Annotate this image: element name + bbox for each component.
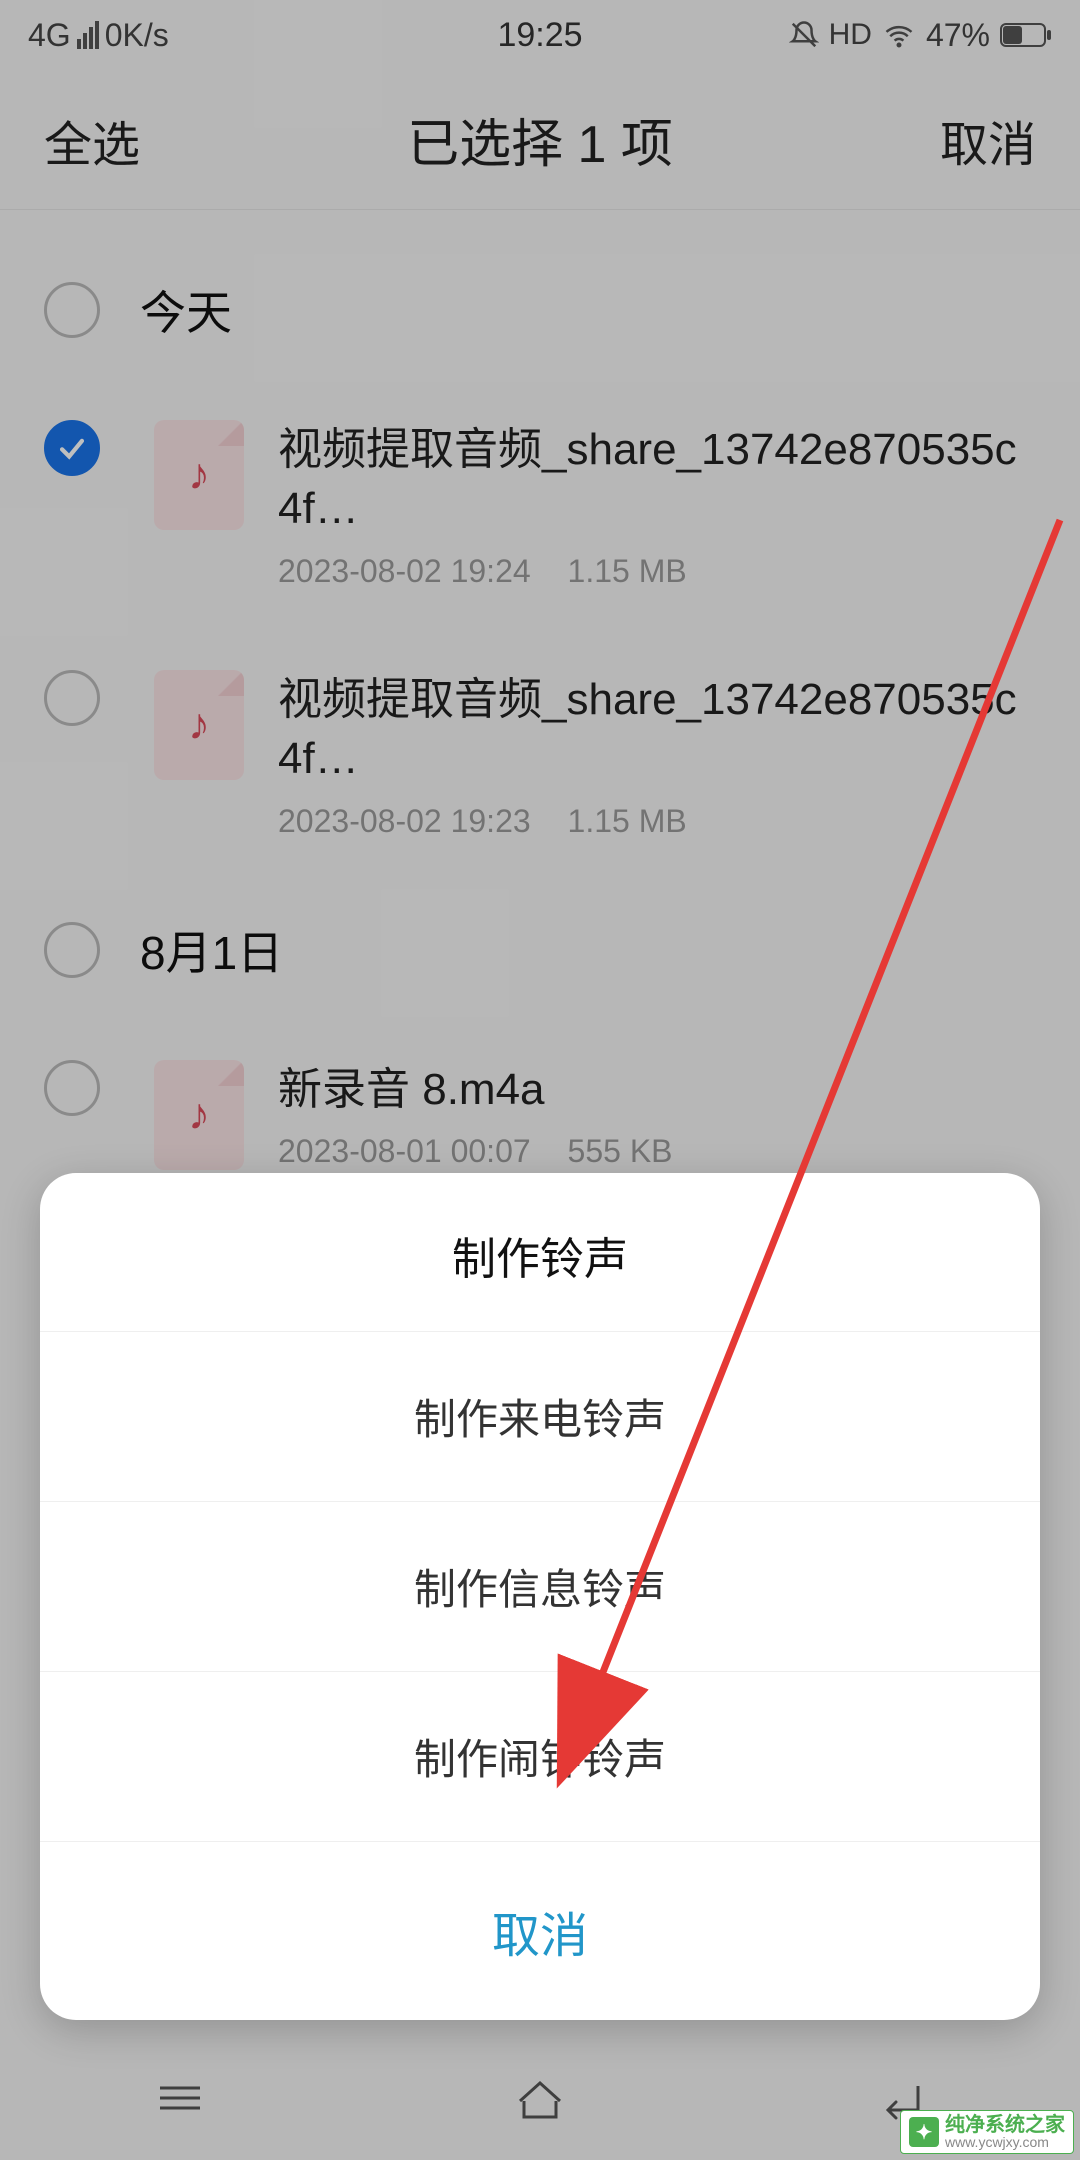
watermark-logo-icon: ✦	[909, 2117, 939, 2147]
section-checkbox[interactable]	[44, 282, 100, 338]
recent-apps-button[interactable]	[150, 2076, 210, 2125]
section-aug1[interactable]: 8月1日	[0, 880, 1080, 1020]
file-date: 2023-08-02 19:24	[278, 553, 531, 589]
section-label: 8月1日	[140, 917, 283, 983]
watermark: ✦ 纯净系统之家 www.ycwjxy.com	[900, 2110, 1074, 2154]
status-bar: 4G 0K/s 19:25 HD 47%	[0, 0, 1080, 70]
silent-icon	[789, 20, 819, 50]
status-time: 19:25	[497, 16, 582, 55]
file-name: 视频提取音频_share_13742e870535c4f…	[278, 670, 1036, 789]
file-item[interactable]: ♪ 视频提取音频_share_13742e870535c4f… 2023-08-…	[0, 380, 1080, 630]
make-call-ringtone[interactable]: 制作来电铃声	[40, 1331, 1040, 1501]
file-date: 2023-08-01 00:07	[278, 1133, 531, 1169]
watermark-title: 纯净系统之家	[945, 2115, 1065, 2135]
file-size: 555 KB	[568, 1133, 673, 1169]
file-name: 新录音 8.m4a	[278, 1060, 1036, 1119]
battery-icon	[1000, 21, 1052, 49]
file-meta: 2023-08-02 19:24 1.15 MB	[278, 553, 1036, 590]
file-size: 1.15 MB	[568, 553, 687, 589]
file-checkbox[interactable]	[44, 420, 100, 476]
home-button[interactable]	[510, 2073, 570, 2128]
file-item[interactable]: ♪ 视频提取音频_share_13742e870535c4f… 2023-08-…	[0, 630, 1080, 880]
sheet-cancel-button[interactable]: 取消	[40, 1841, 1040, 2020]
file-meta: 2023-08-01 00:07 555 KB	[278, 1133, 1036, 1170]
signal-icon	[77, 21, 99, 49]
make-alarm-ringtone[interactable]: 制作闹钟铃声	[40, 1671, 1040, 1841]
music-file-icon: ♪	[154, 1060, 244, 1170]
section-label: 今天	[140, 277, 232, 343]
section-today[interactable]: 今天	[0, 240, 1080, 380]
watermark-url: www.ycwjxy.com	[945, 2135, 1065, 2149]
selection-header: 全选 已选择 1 项 取消	[0, 70, 1080, 210]
file-meta: 2023-08-02 19:23 1.15 MB	[278, 803, 1036, 840]
status-right: HD 47%	[789, 17, 1052, 54]
network-label: 4G	[28, 17, 71, 54]
file-name: 视频提取音频_share_13742e870535c4f…	[278, 420, 1036, 539]
ringtone-sheet: 制作铃声 制作来电铃声 制作信息铃声 制作闹钟铃声 取消	[40, 1173, 1040, 2020]
selection-title: 已选择 1 项	[407, 102, 673, 177]
battery-percent: 47%	[926, 17, 990, 54]
hd-label: HD	[829, 18, 872, 52]
wifi-icon	[882, 20, 916, 50]
file-size: 1.15 MB	[568, 803, 687, 839]
file-date: 2023-08-02 19:23	[278, 803, 531, 839]
file-list: 今天 ♪ 视频提取音频_share_13742e870535c4f… 2023-…	[0, 210, 1080, 1210]
file-checkbox[interactable]	[44, 1060, 100, 1116]
section-checkbox[interactable]	[44, 922, 100, 978]
music-file-icon: ♪	[154, 670, 244, 780]
network-speed: 0K/s	[105, 17, 169, 54]
music-file-icon: ♪	[154, 420, 244, 530]
cancel-selection-button[interactable]: 取消	[940, 105, 1036, 175]
make-message-ringtone[interactable]: 制作信息铃声	[40, 1501, 1040, 1671]
file-checkbox[interactable]	[44, 670, 100, 726]
select-all-button[interactable]: 全选	[44, 105, 140, 175]
sheet-title: 制作铃声	[40, 1173, 1040, 1331]
status-left: 4G 0K/s	[28, 17, 169, 54]
